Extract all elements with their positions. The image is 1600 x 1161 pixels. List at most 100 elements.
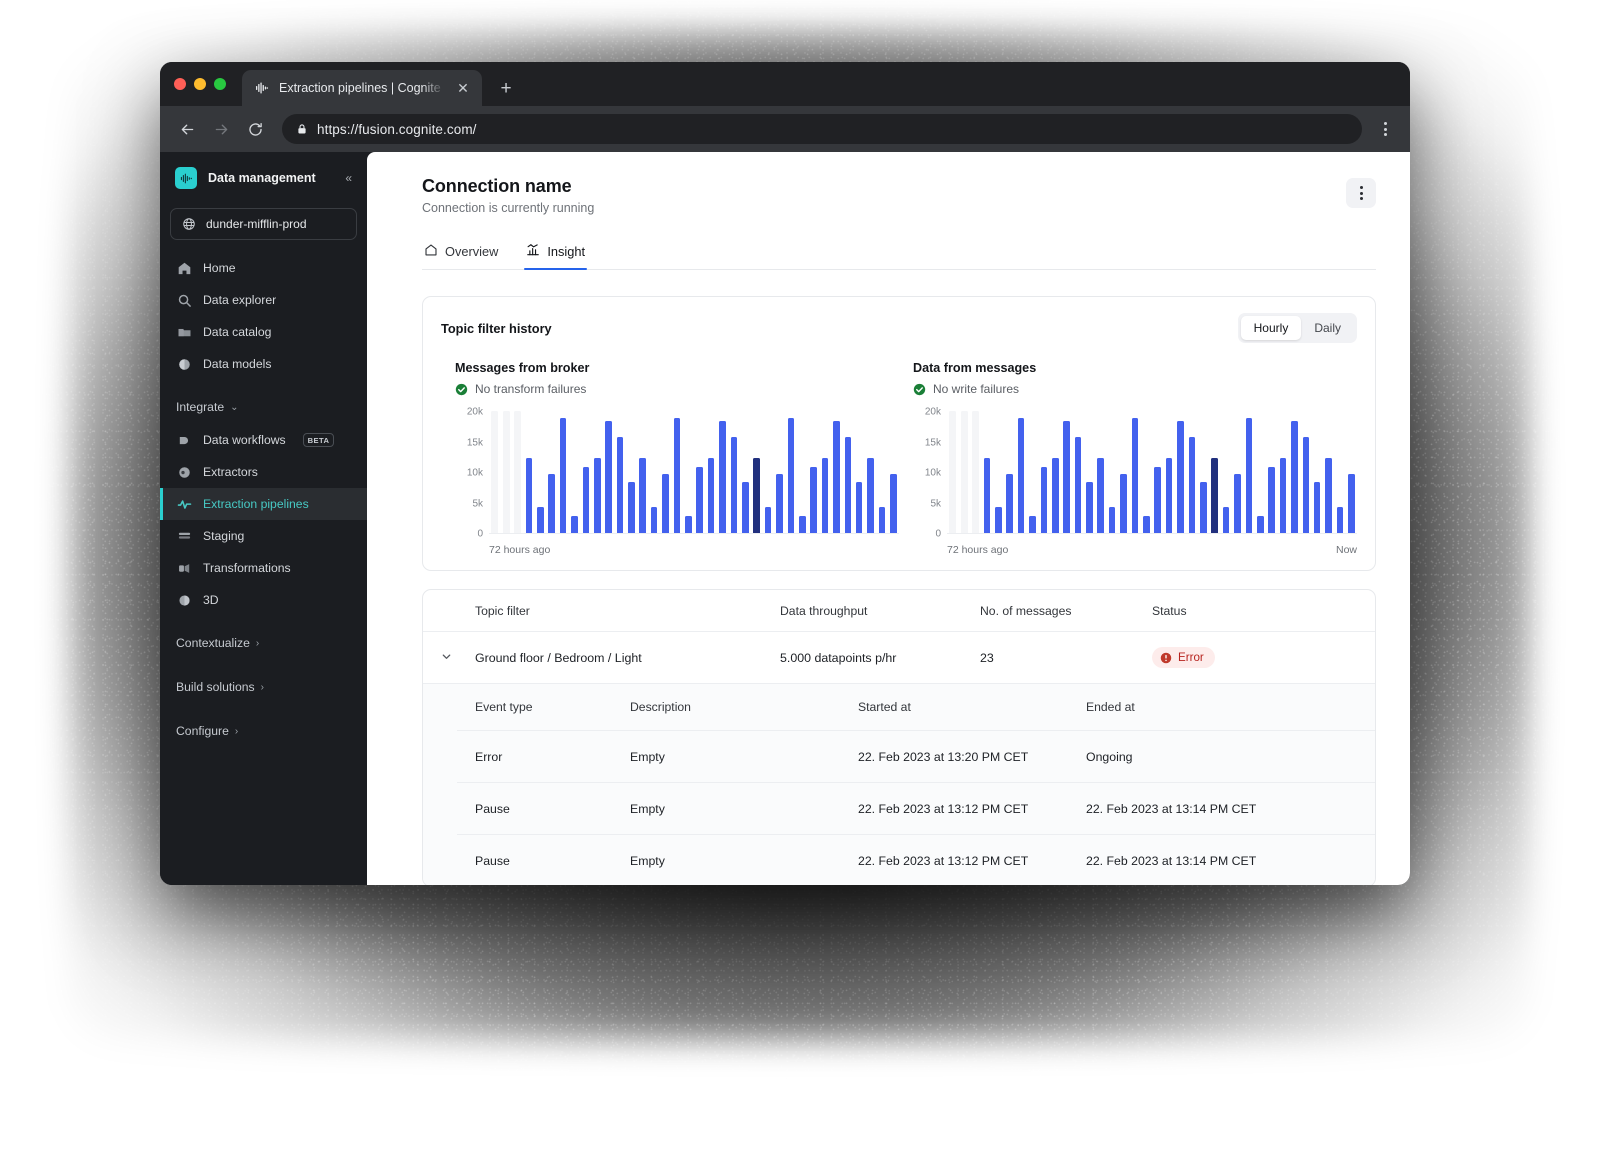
sidebar-group-integrate[interactable]: Integrate ⌄ — [160, 390, 367, 424]
subtable-row[interactable]: Pause Empty 22. Feb 2023 at 13:12 PM CET… — [457, 834, 1375, 885]
chart-bar-slot[interactable] — [842, 412, 853, 533]
chart-bar-slot[interactable] — [637, 412, 648, 533]
sidebar-group-configure[interactable]: Configure › — [160, 714, 367, 748]
chart-bar-slot[interactable] — [1186, 412, 1197, 533]
chart-bar[interactable] — [502, 411, 510, 533]
chart-bar[interactable] — [1051, 457, 1059, 533]
chart-bar-slot[interactable] — [592, 412, 603, 533]
chart-bar[interactable] — [628, 481, 635, 533]
chart-bar[interactable] — [994, 506, 1002, 533]
sidebar-item-transformations[interactable]: Transformations — [160, 552, 367, 584]
close-window-button[interactable] — [174, 78, 186, 90]
chart-bar-slot[interactable] — [580, 412, 591, 533]
chart-bar[interactable] — [867, 457, 874, 533]
chart-bar[interactable] — [707, 457, 715, 533]
chart-bar-slot[interactable] — [981, 412, 992, 533]
close-icon[interactable]: ✕ — [454, 79, 472, 97]
chart-bar[interactable] — [1222, 506, 1230, 533]
sidebar-item-3d[interactable]: 3D — [160, 584, 367, 616]
chart-bar[interactable] — [1097, 457, 1105, 533]
chart-bar-slot[interactable] — [1300, 412, 1311, 533]
chart-bar[interactable] — [1131, 417, 1139, 533]
chart-bar[interactable] — [949, 411, 957, 533]
chart-bar[interactable] — [855, 481, 863, 533]
chart-bar-slot[interactable] — [1277, 412, 1288, 533]
chart-bar[interactable] — [593, 457, 601, 533]
chart-bar-slot[interactable] — [808, 412, 819, 533]
sidebar-brand[interactable]: Data management « — [160, 156, 367, 200]
chart-bar[interactable] — [833, 420, 840, 533]
chart-bar-slot[interactable] — [648, 412, 659, 533]
sidebar-item-staging[interactable]: Staging — [160, 520, 367, 552]
chart-bar[interactable] — [798, 515, 806, 533]
chart-bar[interactable] — [1279, 457, 1287, 533]
chart-bar[interactable] — [1348, 474, 1355, 533]
chart-bar[interactable] — [525, 457, 533, 533]
tab-insight[interactable]: Insight — [524, 237, 587, 270]
chart-bar-slot[interactable] — [1152, 412, 1163, 533]
chart-bar[interactable] — [571, 515, 578, 533]
chevron-down-icon[interactable] — [441, 651, 475, 665]
chart-bar[interactable] — [1291, 420, 1298, 533]
minimize-window-button[interactable] — [194, 78, 206, 90]
chart-bar[interactable] — [1063, 420, 1070, 533]
chart-bar[interactable] — [582, 466, 590, 533]
chart-bar[interactable] — [1143, 515, 1150, 533]
chevron-double-left-icon[interactable]: « — [345, 171, 355, 185]
subtable-row[interactable]: Pause Empty 22. Feb 2023 at 13:12 PM CET… — [457, 782, 1375, 834]
chart-bar-slot[interactable] — [1027, 412, 1038, 533]
table-row[interactable]: Ground floor / Bedroom / Light 5.000 dat… — [423, 632, 1375, 684]
chart-bar-slot[interactable] — [797, 412, 808, 533]
chart-bar[interactable] — [983, 457, 991, 533]
chart-bar-slot[interactable] — [774, 412, 785, 533]
chart-bar[interactable] — [673, 417, 681, 533]
chart-bar-slot[interactable] — [1038, 412, 1049, 533]
chart-bar-slot[interactable] — [1198, 412, 1209, 533]
chart-bar-slot[interactable] — [1209, 412, 1220, 533]
chart-bar-slot[interactable] — [958, 411, 969, 533]
chart-bar[interactable] — [1302, 437, 1310, 533]
chart-bar-slot[interactable] — [1106, 412, 1117, 533]
chart-bar-slot[interactable] — [819, 412, 830, 533]
chart-bar-slot[interactable] — [683, 412, 694, 533]
chart-bar-slot[interactable] — [1323, 412, 1334, 533]
sidebar-item-data-workflows[interactable]: Data workflows BETA — [160, 424, 367, 456]
chart-bar-slot[interactable] — [888, 412, 899, 533]
kebab-menu-icon[interactable] — [1346, 178, 1376, 208]
chart-bar-slot[interactable] — [1015, 412, 1026, 533]
chart-bar[interactable] — [810, 466, 817, 533]
maximize-window-button[interactable] — [214, 78, 226, 90]
chart-bar[interactable] — [719, 420, 726, 533]
chart-bar-slot[interactable] — [970, 411, 981, 533]
chart-bar-slot[interactable] — [1312, 412, 1323, 533]
chart-bar-slot[interactable] — [1050, 412, 1061, 533]
chart-bar-slot[interactable] — [740, 412, 751, 533]
subtable-row[interactable]: Error Empty 22. Feb 2023 at 13:20 PM CET… — [457, 730, 1375, 782]
chart-bar-slot[interactable] — [1266, 412, 1277, 533]
sidebar-item-data-explorer[interactable]: Data explorer — [160, 284, 367, 316]
sidebar-item-extraction-pipelines[interactable]: Extraction pipelines — [160, 488, 367, 520]
chart-bar[interactable] — [1313, 481, 1321, 533]
address-bar[interactable]: https://fusion.cognite.com/ — [282, 114, 1362, 144]
chart-bar[interactable] — [730, 437, 738, 533]
chart-bar[interactable] — [1199, 481, 1207, 533]
chart-bar-slot[interactable] — [500, 411, 511, 533]
chart-bar-slot[interactable] — [1346, 412, 1357, 533]
chart-bar-slot[interactable] — [626, 412, 637, 533]
chart-bar-slot[interactable] — [762, 412, 773, 533]
chart-bar[interactable] — [971, 411, 979, 533]
chart-bar[interactable] — [1234, 474, 1241, 533]
chart-bar-slot[interactable] — [717, 412, 728, 533]
chart-bar-slot[interactable] — [523, 412, 534, 533]
chart-bar[interactable] — [513, 411, 521, 533]
chart-bar-slot[interactable] — [831, 412, 842, 533]
chart-bar[interactable] — [1165, 457, 1173, 533]
chart-bar[interactable] — [878, 506, 886, 533]
chart-bar-slot[interactable] — [728, 412, 739, 533]
chart-bar[interactable] — [650, 506, 658, 533]
chart-bar[interactable] — [1120, 474, 1127, 533]
chart-bar-slot[interactable] — [1220, 412, 1231, 533]
range-option-daily[interactable]: Daily — [1301, 316, 1354, 340]
chart-bar[interactable] — [1211, 457, 1218, 533]
chart-bar[interactable] — [639, 457, 647, 533]
